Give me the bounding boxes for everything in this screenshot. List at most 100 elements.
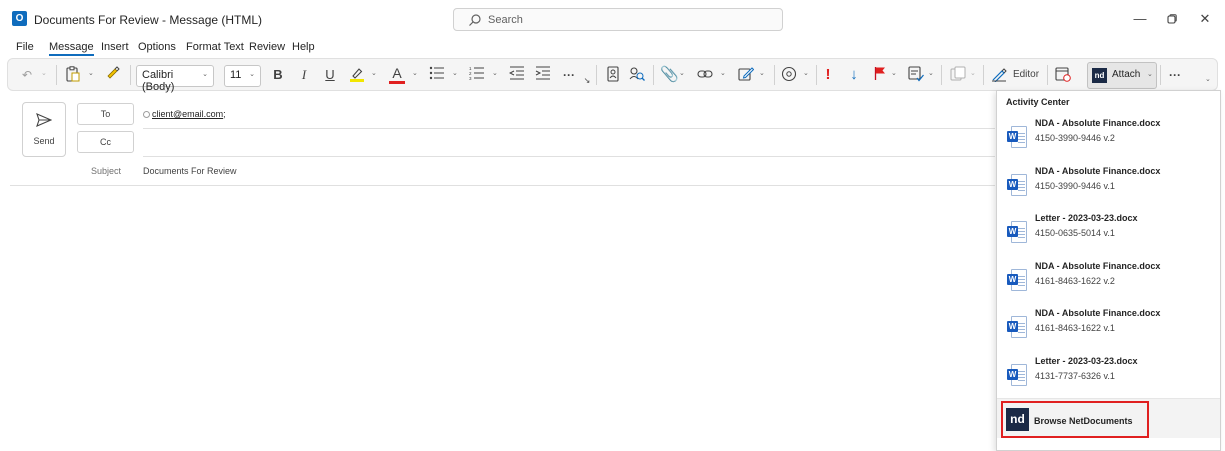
word-document-icon: W [1007,126,1027,150]
separator [1160,65,1161,85]
tracking-caret-icon[interactable]: ⌄ [928,69,934,77]
to-button[interactable]: To [77,103,134,125]
to-field-underline [143,128,995,129]
netdocuments-logo-icon: nd [1092,68,1107,83]
signature-icon[interactable] [737,66,755,84]
follow-up-flag-icon[interactable] [872,66,888,84]
search-box[interactable]: Search [453,8,783,31]
font-color-button[interactable]: A [389,66,405,84]
dialog-launcher-icon[interactable]: ↘ [583,77,591,85]
list-item[interactable]: W NDA - Absolute Finance.docx 4150-3990-… [997,118,1220,164]
recipient-email[interactable]: client@email.com [152,109,223,119]
subject-field[interactable]: Documents For Review [143,166,237,176]
separator [596,65,597,85]
document-name: Letter - 2023-03-23.docx [1035,356,1138,366]
menu-file[interactable]: File [16,41,34,53]
document-id: 4150-3990-9446 v.2 [1035,133,1115,143]
minimize-icon[interactable]: — [1131,10,1149,28]
menu-insert[interactable]: Insert [101,41,129,53]
menu-message[interactable]: Message [49,41,94,56]
link-icon[interactable] [696,66,714,84]
attach-file-icon[interactable]: 📎 [660,66,679,84]
document-name: Letter - 2023-03-23.docx [1035,213,1138,223]
document-id: 4161-8463-1622 v.2 [1035,276,1115,286]
netdocuments-attach-button[interactable]: nd Attach ⌄ [1087,62,1157,89]
browse-netdocuments-button[interactable]: nd Browse NetDocuments [1001,401,1149,438]
close-icon[interactable]: ✕ [1196,10,1214,28]
highlight-icon[interactable] [348,66,366,84]
high-importance-button[interactable]: ! [822,66,834,84]
separator [1047,65,1048,85]
dictate-caret-icon[interactable]: ⌄ [803,69,809,77]
address-book-icon[interactable] [604,66,622,84]
message-body[interactable] [10,188,995,448]
link-caret-icon[interactable]: ⌄ [720,69,726,77]
templates-caret-icon[interactable]: ⌄ [970,69,976,77]
more-options-button[interactable]: ··· [1166,66,1184,84]
bullets-caret-icon[interactable]: ⌄ [452,69,458,77]
signature-caret-icon[interactable]: ⌄ [759,69,765,77]
bullets-icon[interactable] [428,66,446,84]
send-label: Send [33,136,55,146]
undo-caret-icon[interactable]: ⌄ [41,69,47,77]
decrease-indent-icon[interactable] [508,66,526,84]
numbering-icon[interactable]: 123 [468,66,486,84]
increase-indent-icon[interactable] [534,66,552,84]
document-name: NDA - Absolute Finance.docx [1035,308,1161,318]
more-formatting-button[interactable]: ··· [560,66,578,84]
menu-help[interactable]: Help [292,41,315,53]
templates-icon[interactable] [949,66,967,84]
activity-center-title: Activity Center [1006,97,1070,107]
separator [774,65,775,85]
check-names-icon[interactable] [628,66,646,84]
undo-icon[interactable]: ↶ [18,66,36,84]
attach-file-caret-icon[interactable]: ⌄ [679,69,685,77]
list-item[interactable]: W NDA - Absolute Finance.docx 4161-8463-… [997,261,1220,307]
svg-text:3: 3 [469,76,472,80]
document-name: NDA - Absolute Finance.docx [1035,118,1161,128]
paste-icon[interactable] [64,66,82,84]
editor-label[interactable]: Editor [1010,66,1042,84]
chevron-down-icon: ⌄ [249,71,255,78]
format-painter-icon[interactable] [104,66,122,84]
dictate-icon[interactable] [780,66,798,84]
outlook-icon: O [12,11,27,26]
word-document-icon: W [1007,316,1027,340]
ribbon-expand-icon[interactable]: ⌄ [1205,75,1211,83]
low-importance-icon[interactable]: ↓ [847,66,861,84]
list-item[interactable]: W Letter - 2023-03-23.docx 4131-7737-632… [997,356,1220,402]
restore-icon[interactable] [1163,10,1181,28]
recipient-separator: ; [223,109,226,119]
font-color-caret-icon[interactable]: ⌄ [412,69,418,77]
list-item[interactable]: W NDA - Absolute Finance.docx 4161-8463-… [997,308,1220,354]
cc-input[interactable] [143,140,144,141]
numbering-caret-icon[interactable]: ⌄ [492,69,498,77]
separator [983,65,984,85]
flag-caret-icon[interactable]: ⌄ [891,69,897,77]
search-icon [469,14,481,26]
paste-caret-icon[interactable]: ⌄ [88,69,94,77]
bold-button[interactable]: B [270,66,286,84]
calendar-icon[interactable] [1054,66,1072,84]
word-document-icon: W [1007,174,1027,198]
cc-button[interactable]: Cc [77,131,134,153]
list-item[interactable]: W Letter - 2023-03-23.docx 4150-0635-501… [997,213,1220,259]
document-id: 4161-8463-1622 v.1 [1035,323,1115,333]
word-document-icon: W [1007,364,1027,388]
highlight-caret-icon[interactable]: ⌄ [371,69,377,77]
italic-button[interactable]: I [296,66,312,84]
list-item[interactable]: W NDA - Absolute Finance.docx 4150-3990-… [997,166,1220,212]
underline-button[interactable]: U [322,66,338,84]
menu-review[interactable]: Review [249,41,285,53]
editor-icon[interactable] [990,66,1008,84]
cc-field-underline [143,156,995,157]
to-recipients[interactable]: client@email.com; [143,109,226,119]
menu-format-text[interactable]: Format Text [186,41,244,53]
send-button[interactable]: Send [22,102,66,157]
document-id: 4150-3990-9446 v.1 [1035,181,1115,191]
font-name-select[interactable]: Calibri (Body) ⌄ [136,65,214,93]
subject-field-underline [10,185,995,186]
tracking-icon[interactable] [907,66,925,84]
font-size-select[interactable]: 11 ⌄ [224,65,261,87]
menu-options[interactable]: Options [138,41,176,53]
